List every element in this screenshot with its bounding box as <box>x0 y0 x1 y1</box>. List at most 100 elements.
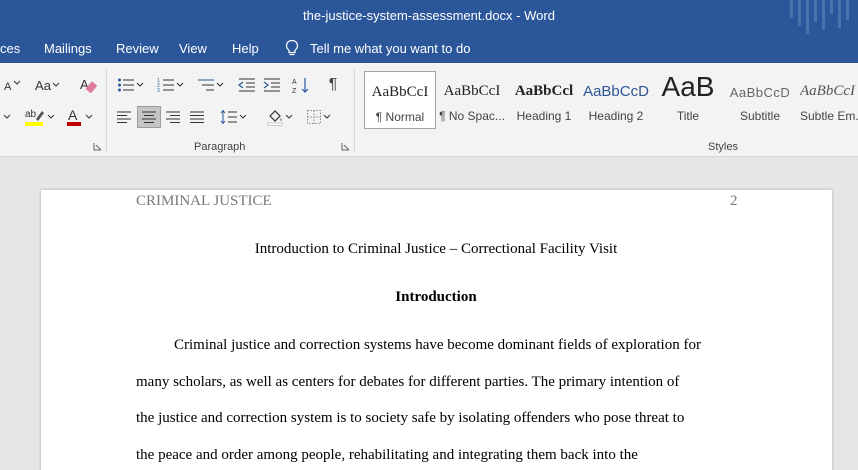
document-page[interactable]: CRIMINAL JUSTICE 2 Introduction to Crimi… <box>41 190 832 470</box>
body-text-line: many scholars, as well as centers for de… <box>136 374 680 390</box>
body-text-line: the justice and correction system is to … <box>136 410 685 426</box>
ribbon-tab-bar: ces Mailings Review View Help Tell me wh… <box>0 34 858 63</box>
style-title[interactable]: AaB Title <box>652 71 724 129</box>
style-name: Title <box>676 109 700 123</box>
style-subtle-emphasis[interactable]: AaBbCcI Subtle Em... <box>796 71 858 129</box>
align-left-button[interactable] <box>113 106 135 128</box>
tab-mailings[interactable]: Mailings <box>44 41 92 56</box>
borders-icon <box>307 110 321 124</box>
chevron-down-icon <box>136 82 144 87</box>
chevron-down-icon <box>47 114 55 119</box>
align-right-button[interactable] <box>162 106 184 128</box>
chevron-down-icon[interactable] <box>0 106 14 128</box>
tell-me-text: Tell me what you want to do <box>310 40 471 56</box>
document-title: Introduction to Criminal Justice – Corre… <box>254 241 618 257</box>
justify-button[interactable] <box>186 106 208 128</box>
shading-button[interactable] <box>263 106 297 128</box>
highlighter-icon: ab <box>25 109 44 126</box>
svg-text:A: A <box>292 79 297 86</box>
svg-text:A: A <box>68 107 78 123</box>
numbering-button[interactable]: 1 2 3 <box>153 74 189 96</box>
tell-me-search[interactable]: Tell me what you want to do <box>284 39 470 57</box>
paragraph-dialog-launcher-icon[interactable] <box>341 142 350 151</box>
style-name: Subtle Em... <box>800 109 858 123</box>
svg-text:ab: ab <box>25 109 37 120</box>
increase-indent-button[interactable] <box>261 74 283 96</box>
styles-group-label: Styles <box>708 141 738 153</box>
styles-gallery: AaBbCcI ¶ Normal AaBbCcI ¶ No Spac... Aa… <box>362 71 858 131</box>
bullets-icon <box>118 78 134 92</box>
chevron-down-icon <box>176 82 184 87</box>
title-bar-decoration-icon <box>790 0 849 34</box>
tab-references[interactable]: ces <box>0 41 20 56</box>
running-header: CRIMINAL JUSTICE <box>136 193 272 209</box>
style-sample: AaBbCcD <box>583 83 649 100</box>
word-window: the-justice-system-assessment.docx - Wor… <box>0 0 858 470</box>
style-name: ¶ No Spac... <box>439 109 505 123</box>
shrink-font-icon: A <box>4 80 21 93</box>
align-center-icon <box>142 111 156 123</box>
page-number: 2 <box>730 193 738 209</box>
style-sample: AaBbCcI <box>443 83 501 99</box>
change-case-button[interactable]: Aa <box>30 74 66 96</box>
chevron-down-icon <box>239 114 247 119</box>
paint-bucket-icon <box>267 110 283 126</box>
chevron-down-icon <box>52 82 60 87</box>
style-heading-2[interactable]: AaBbCcD Heading 2 <box>580 71 652 129</box>
font-color-button[interactable]: A <box>60 106 98 128</box>
style-heading-1[interactable]: AaBbCcl Heading 1 <box>508 71 580 129</box>
style-normal[interactable]: AaBbCcI ¶ Normal <box>364 71 436 129</box>
clear-formatting-button[interactable]: A <box>76 74 100 96</box>
bullets-button[interactable] <box>113 74 149 96</box>
group-separator <box>354 69 355 151</box>
multilevel-list-icon <box>198 79 214 91</box>
decrease-indent-button[interactable] <box>236 74 258 96</box>
font-dialog-launcher-icon[interactable] <box>93 142 102 151</box>
style-name: Subtitle <box>739 109 781 123</box>
style-name: Heading 2 <box>588 109 644 123</box>
section-heading: Introduction <box>395 289 477 305</box>
chevron-down-icon <box>216 82 224 87</box>
line-spacing-button[interactable] <box>218 106 250 128</box>
change-case-label: Aa <box>35 77 51 93</box>
numbering-icon: 1 2 3 <box>157 78 174 93</box>
style-name: Heading 1 <box>516 109 572 123</box>
style-sample: AaBbCcI <box>800 83 855 99</box>
svg-text:Z: Z <box>292 88 297 94</box>
body-text-line: Criminal justice and correction systems … <box>174 337 701 353</box>
lightbulb-icon <box>285 39 299 56</box>
borders-button[interactable] <box>302 106 336 128</box>
tab-review[interactable]: Review <box>116 41 159 56</box>
svg-text:3: 3 <box>157 88 160 93</box>
window-title: the-justice-system-assessment.docx - Wor… <box>303 8 555 23</box>
sort-button[interactable]: AZ <box>290 74 312 96</box>
tab-help[interactable]: Help <box>232 41 259 56</box>
chevron-down-icon <box>323 114 331 119</box>
body-text-line: the peace and order among people, rehabi… <box>136 447 638 463</box>
style-no-spacing[interactable]: AaBbCcI ¶ No Spac... <box>436 71 508 129</box>
pilcrow-icon: ¶ <box>328 76 338 93</box>
chevron-down-icon <box>285 114 293 119</box>
align-center-button[interactable] <box>137 106 161 128</box>
font-color-icon: A <box>67 107 81 126</box>
sort-icon: AZ <box>292 78 309 94</box>
align-left-icon <box>117 111 131 123</box>
group-separator <box>106 69 107 151</box>
style-name: ¶ Normal <box>375 110 425 124</box>
decrease-indent-icon <box>238 78 255 92</box>
style-sample: AaB <box>661 71 715 102</box>
clear-formatting-icon: A <box>80 77 97 93</box>
multilevel-list-button[interactable] <box>193 74 229 96</box>
ribbon: A Aa A ab A 1 2 3 A Z ¶ Paragraph AaBbCc… <box>0 63 858 157</box>
shrink-font-button[interactable]: A <box>0 74 22 96</box>
highlight-color-button[interactable]: ab <box>20 106 58 128</box>
tab-view[interactable]: View <box>179 41 207 56</box>
increase-indent-icon <box>263 78 280 92</box>
justify-icon <box>190 111 204 123</box>
svg-text:A: A <box>4 81 12 93</box>
show-formatting-marks-button[interactable]: ¶ <box>322 74 344 96</box>
chevron-down-icon <box>85 114 93 119</box>
style-sample: AaBbCcI <box>371 84 429 100</box>
style-sample: AaBbCcl <box>514 83 574 99</box>
style-subtitle[interactable]: AaBbCcD Subtitle <box>724 71 796 129</box>
